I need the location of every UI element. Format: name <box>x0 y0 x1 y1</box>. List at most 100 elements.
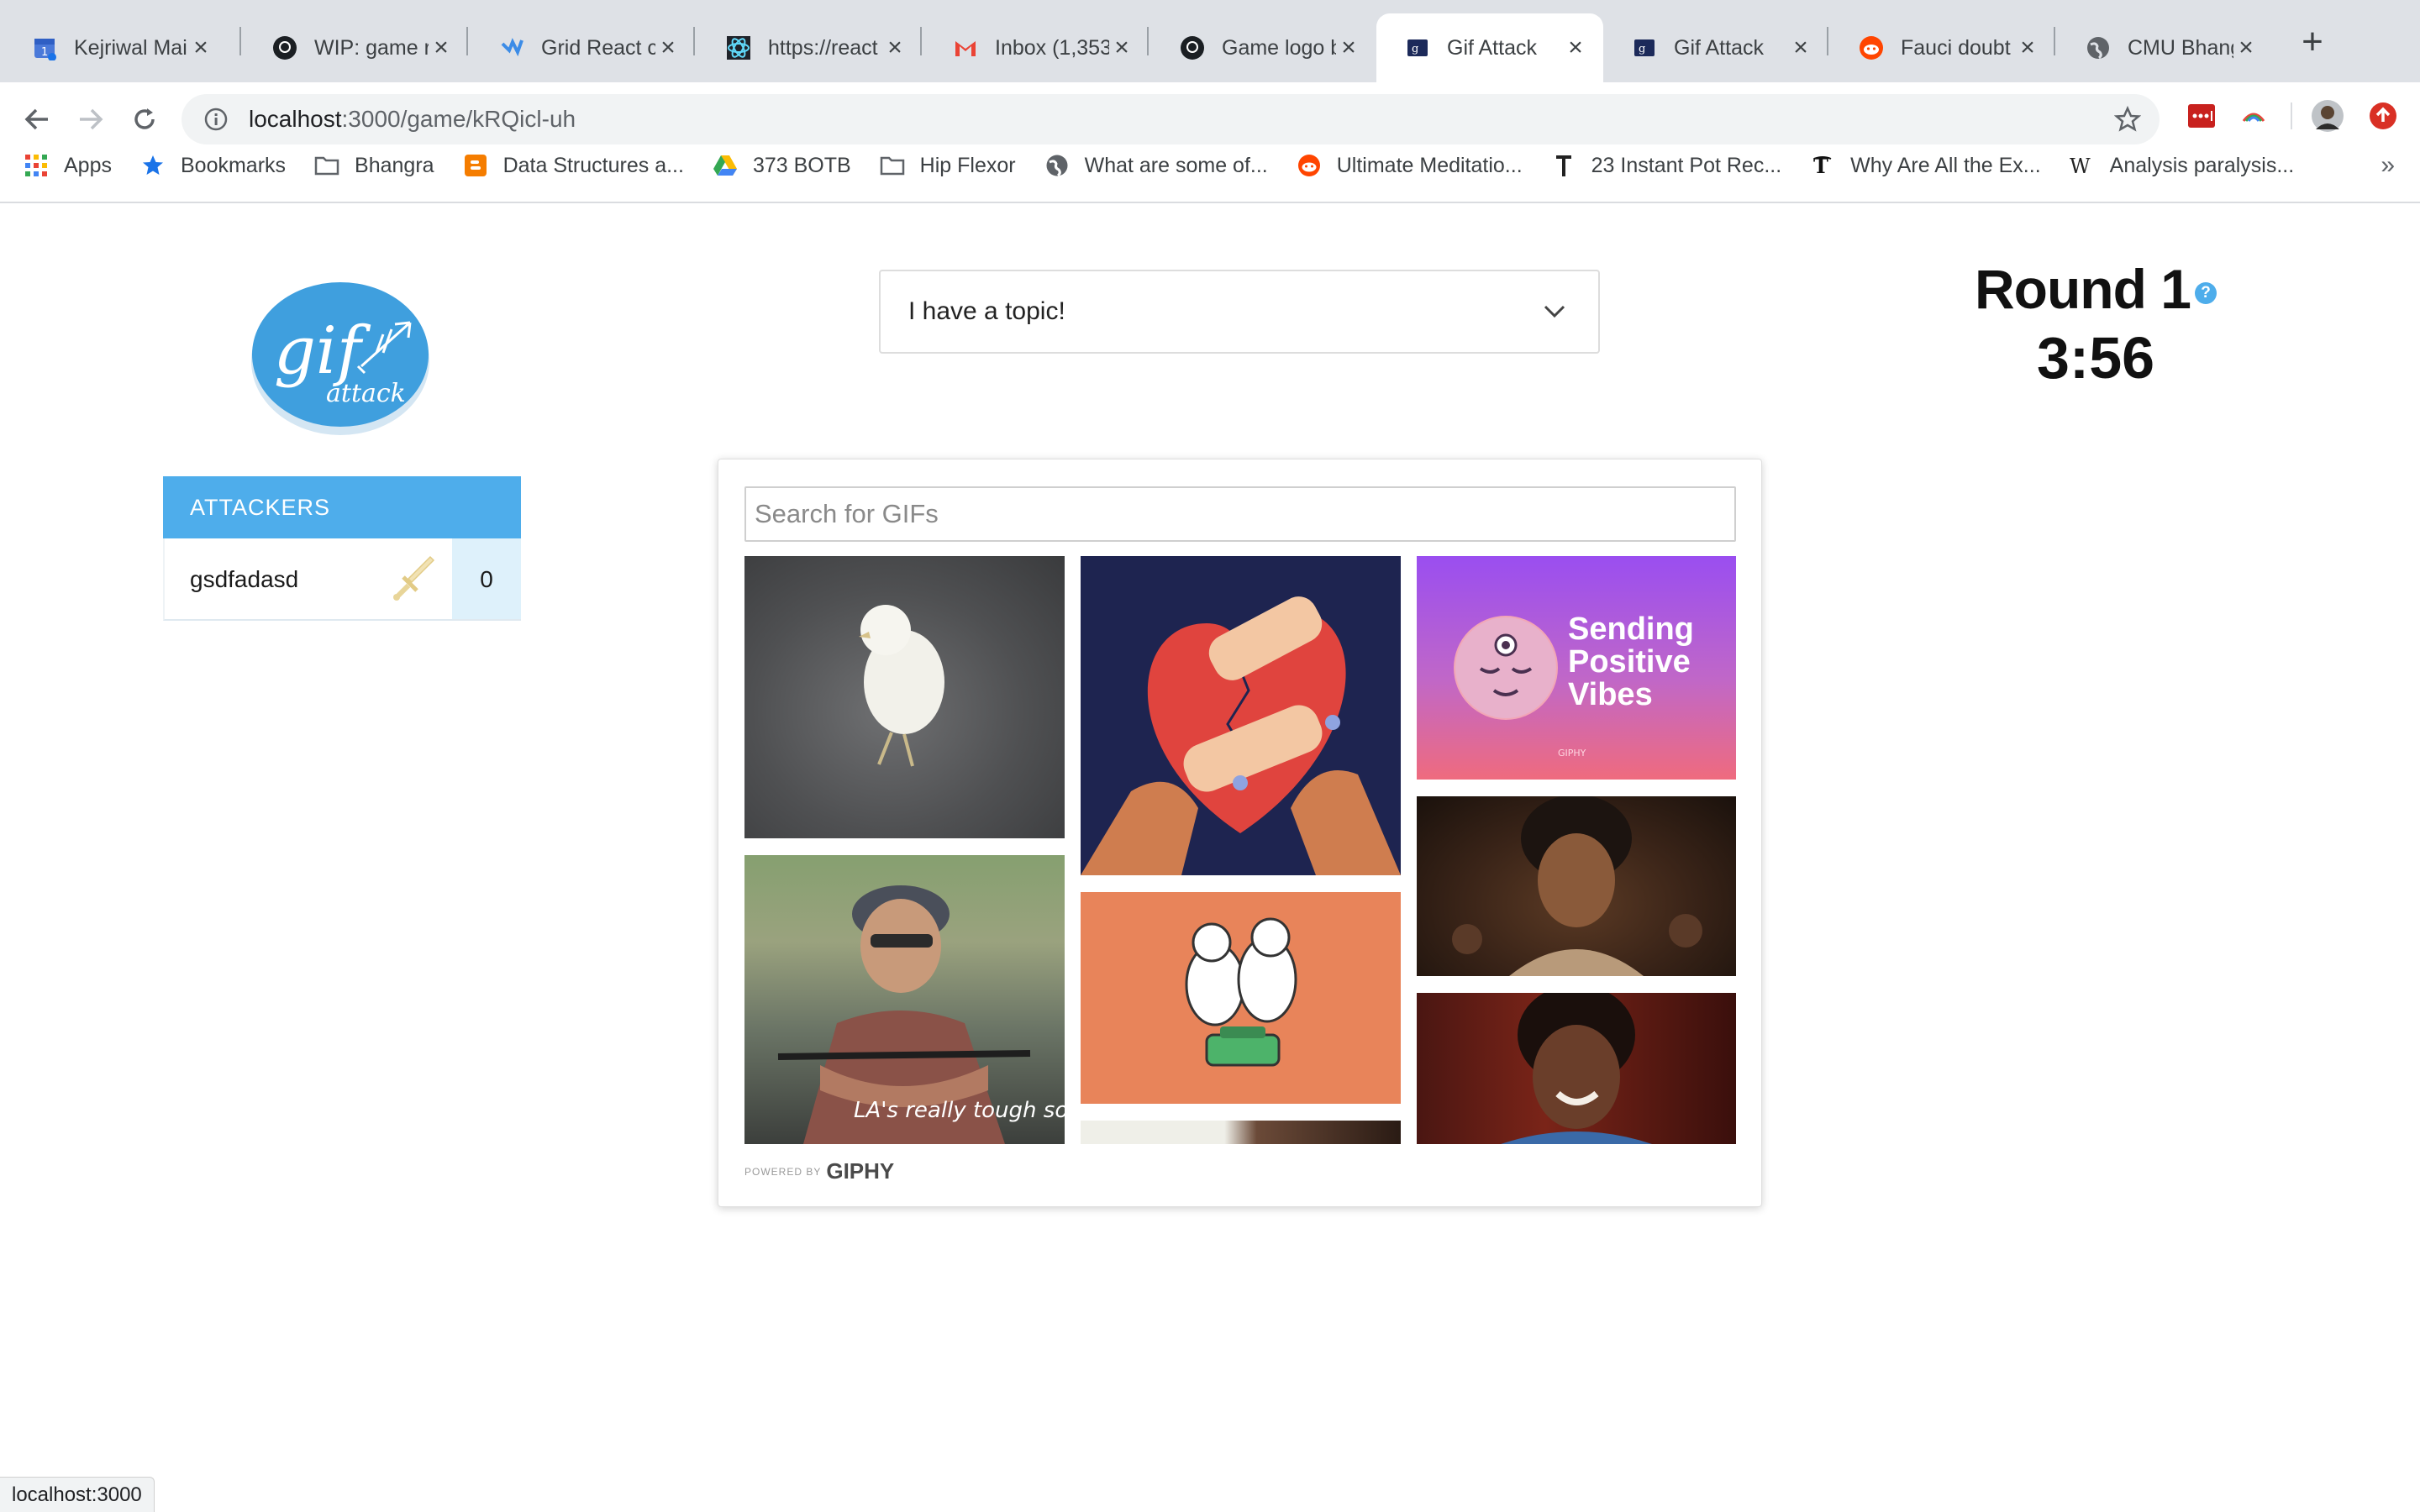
gif-attack-logo: gif attack <box>250 274 430 437</box>
reload-button[interactable] <box>124 99 165 139</box>
bookmark-star-icon[interactable] <box>2114 106 2141 133</box>
bookmarks-overflow-button[interactable]: » <box>2381 141 2395 190</box>
drive-icon <box>713 153 738 178</box>
browser-tab-active[interactable]: g Gif Attack × <box>1376 13 1603 82</box>
powered-by-label: POWERED BY <box>744 1165 822 1178</box>
gif-tile-lizzo[interactable] <box>1417 796 1736 976</box>
svg-text:g: g <box>1639 43 1645 55</box>
gif-tile-partial[interactable] <box>1081 1121 1401 1144</box>
bookmark-label: What are some of... <box>1084 153 1268 177</box>
gif-attack-icon: g <box>1405 35 1430 60</box>
close-icon[interactable]: × <box>882 34 908 62</box>
bookmark-label: Bhangra <box>355 153 434 177</box>
browser-tab[interactable]: CMU Bhang × <box>2057 13 2274 82</box>
back-button[interactable] <box>17 99 57 139</box>
close-icon[interactable]: × <box>1109 34 1134 62</box>
bookmark-item[interactable]: 23 Instant Pot Rec... <box>1551 153 1782 178</box>
react-icon <box>726 35 751 60</box>
blogger-icon <box>463 153 488 178</box>
tab-divider <box>920 27 922 55</box>
info-icon[interactable] <box>203 107 229 132</box>
bookmark-label: Why Are All the Ex... <box>1850 153 2041 177</box>
avatar[interactable] <box>2311 99 2344 133</box>
bookmark-item[interactable]: Ultimate Meditatio... <box>1297 153 1523 178</box>
status-bar: localhost:3000 <box>0 1477 155 1512</box>
close-icon[interactable]: × <box>1336 34 1361 62</box>
gif-tile-la-man[interactable]: LA's really tough sometimes. <box>744 855 1065 1144</box>
lastpass-icon[interactable] <box>2186 101 2217 131</box>
bookmark-item[interactable]: Bookmarks <box>140 153 286 178</box>
url-path: :3000/game/kRQicl-uh <box>341 106 576 132</box>
help-icon[interactable]: ? <box>2195 282 2217 304</box>
bookmark-label: 23 Instant Pot Rec... <box>1591 153 1782 177</box>
browser-tab[interactable]: Grid React c × <box>471 13 696 82</box>
star-icon <box>140 153 166 178</box>
tab-divider <box>466 27 468 55</box>
gmail-icon <box>953 35 978 60</box>
browser-tab[interactable]: Game logo b × <box>1151 13 1376 82</box>
url-text: localhost:3000/game/kRQicl-uh <box>249 106 576 133</box>
bookmark-label: Hip Flexor <box>919 153 1016 177</box>
bookmark-item[interactable]: Apps <box>24 153 112 178</box>
bookmark-label: 373 BOTB <box>752 153 851 177</box>
browser-tab[interactable]: WIP: game r × <box>244 13 469 82</box>
tab-strip: 1 Kejriwal Mail × WIP: game r × Grid Rea… <box>0 0 2420 82</box>
nyt-icon: T <box>1810 153 1835 178</box>
tab-divider <box>1147 27 1149 55</box>
toolbar-divider <box>2291 102 2292 129</box>
gif-tile-heart[interactable] <box>1081 556 1401 875</box>
reddit-icon <box>1297 153 1322 178</box>
tab-title: https://react <box>768 35 878 60</box>
gif-tile-positive-vibes[interactable]: Sending Positive Vibes GIPHY <box>1417 556 1736 780</box>
bookmark-item[interactable]: 373 BOTB <box>713 153 851 178</box>
logo-text-gif: gif <box>274 313 371 389</box>
bookmark-item[interactable]: W Analysis paralysis... <box>2070 153 2295 178</box>
gif-search-input[interactable] <box>744 486 1736 542</box>
update-icon[interactable] <box>2368 101 2398 131</box>
close-icon[interactable]: × <box>429 34 454 62</box>
player-score: 0 <box>452 538 521 619</box>
bookmark-label: Analysis paralysis... <box>2109 153 2295 177</box>
bookmark-item[interactable]: T Why Are All the Ex... <box>1810 153 2040 178</box>
globe-icon <box>2086 35 2111 60</box>
browser-tab[interactable]: Inbox (1,353 × <box>924 13 1150 82</box>
close-icon[interactable]: × <box>2015 34 2040 62</box>
address-bar[interactable]: localhost:3000/game/kRQicl-uh <box>182 94 2160 144</box>
browser-tab[interactable]: g Gif Attack × <box>1603 13 1828 82</box>
attackers-panel: ATTACKERS gsdfadasd 0 <box>163 476 521 621</box>
tab-title: CMU Bhang <box>2128 35 2233 60</box>
arrow-left-icon <box>24 108 48 130</box>
forward-button[interactable] <box>71 99 111 139</box>
gif-watermark: GIPHY <box>1558 748 1586 759</box>
topic-dropdown[interactable]: I have a topic! <box>879 270 1600 354</box>
close-icon[interactable]: × <box>1788 34 1813 62</box>
close-icon[interactable]: × <box>655 34 681 62</box>
browser-tab[interactable]: https://react × <box>697 13 923 82</box>
close-icon[interactable]: × <box>188 34 213 62</box>
rainbow-extension-icon[interactable] <box>2238 101 2269 131</box>
gif-tile-chick[interactable] <box>744 556 1065 838</box>
tab-divider <box>2054 27 2055 55</box>
reddit-icon <box>1859 35 1884 60</box>
tab-title: Gif Attack <box>1674 35 1764 60</box>
gif-attack-icon: g <box>1632 35 1657 60</box>
gif-tile-bears[interactable] <box>1081 892 1401 1104</box>
bookmark-item[interactable]: Data Structures a... <box>463 153 684 178</box>
close-icon[interactable]: × <box>1563 34 1588 62</box>
browser-tab[interactable]: Fauci doubt × <box>1830 13 2055 82</box>
close-icon[interactable]: × <box>2233 34 2259 62</box>
folder-icon <box>880 153 905 178</box>
browser-tab[interactable]: 1 Kejriwal Mail × <box>3 13 229 82</box>
chevron-down-icon <box>1529 286 1580 337</box>
bookmark-label: Bookmarks <box>180 153 287 177</box>
tab-title: Kejriwal Mail <box>74 35 188 60</box>
globe-icon <box>1044 153 1070 178</box>
gif-tile-laughing[interactable] <box>1417 993 1736 1144</box>
t-icon <box>1551 153 1576 178</box>
new-tab-button[interactable]: + <box>2294 18 2331 66</box>
svg-text:g: g <box>1412 43 1418 55</box>
bookmark-item[interactable]: Hip Flexor <box>880 153 1016 178</box>
bookmark-item[interactable]: What are some of... <box>1044 153 1268 178</box>
gif-grid: LA's really tough sometimes. <box>744 556 1736 1144</box>
bookmark-item[interactable]: Bhangra <box>314 153 434 178</box>
